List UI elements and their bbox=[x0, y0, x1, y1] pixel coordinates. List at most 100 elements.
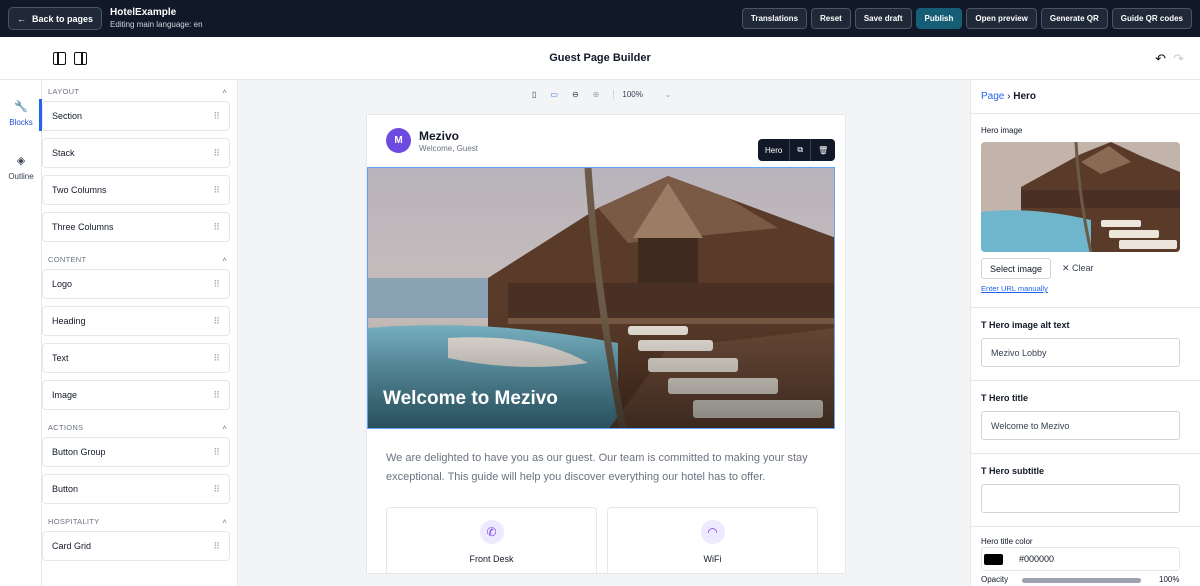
block-button-group[interactable]: Button Group ⠿ bbox=[42, 437, 230, 467]
hero-subtitle-input[interactable] bbox=[981, 484, 1180, 513]
close-icon: ✕ bbox=[1062, 263, 1073, 273]
category-label: CONTENT bbox=[48, 254, 87, 264]
divider bbox=[971, 453, 1200, 454]
drag-handle-icon[interactable]: ⠿ bbox=[213, 390, 220, 401]
intro-text[interactable]: We are delighted to have you as our gues… bbox=[386, 449, 826, 487]
rail-tab-outline[interactable]: ◈ Outline bbox=[0, 154, 42, 181]
drag-handle-icon[interactable]: ⠿ bbox=[213, 185, 220, 196]
reset-button[interactable]: Reset bbox=[811, 8, 851, 29]
trash-icon[interactable]: 🗑 bbox=[811, 139, 835, 161]
canvas: ▯ ▭ ⊖ ⊕ 100% ⌄ M Mezivo Welcome, Guest H… bbox=[238, 80, 970, 586]
category-layout[interactable]: LAYOUT ˄ bbox=[42, 81, 237, 101]
card-label: Front Desk bbox=[469, 554, 514, 564]
hero-title-label-text: Hero title bbox=[989, 393, 1029, 403]
card-wifi[interactable]: ◠ WiFi bbox=[607, 507, 818, 573]
zoom-select[interactable]: 100% bbox=[613, 90, 650, 99]
undo-icon[interactable]: ↶ bbox=[1155, 51, 1166, 67]
drag-handle-icon[interactable]: ⠿ bbox=[213, 353, 220, 364]
block-section[interactable]: Section ⠿ bbox=[42, 101, 230, 131]
divider bbox=[971, 380, 1200, 381]
drag-handle-icon[interactable]: ⠿ bbox=[213, 484, 220, 495]
divider bbox=[971, 307, 1200, 308]
block-two-columns[interactable]: Two Columns ⠿ bbox=[42, 175, 230, 205]
mobile-view-icon[interactable]: ▯ bbox=[532, 90, 536, 99]
block-label: Button bbox=[52, 484, 79, 494]
opacity-fill bbox=[1022, 578, 1141, 583]
card-front-desk[interactable]: ✆ Front Desk bbox=[386, 507, 597, 573]
brand-header[interactable]: M Mezivo Welcome, Guest bbox=[386, 128, 478, 153]
enter-url-link[interactable]: Enter URL manually bbox=[981, 284, 1048, 293]
canvas-toolbar: ▯ ▭ ⊖ ⊕ 100% ⌄ bbox=[532, 90, 672, 99]
drag-handle-icon[interactable]: ⠿ bbox=[213, 447, 220, 458]
hero-title-label: T Hero title bbox=[981, 393, 1028, 403]
block-label: Heading bbox=[52, 316, 86, 326]
phone-icon: ✆ bbox=[479, 520, 504, 544]
block-image[interactable]: Image ⠿ bbox=[42, 380, 230, 410]
hero-title[interactable]: Welcome to Mezivo bbox=[383, 388, 558, 410]
publish-button[interactable]: Publish bbox=[915, 8, 963, 29]
brand-name: Mezivo bbox=[419, 128, 460, 143]
avatar: M bbox=[386, 128, 411, 153]
drag-handle-icon[interactable]: ⠿ bbox=[213, 111, 220, 122]
drag-handle-icon[interactable]: ⠿ bbox=[213, 541, 220, 552]
redo-icon[interactable]: ↷ bbox=[1173, 51, 1184, 67]
zoom-out-icon[interactable]: ⊖ bbox=[572, 90, 579, 99]
text-type-icon: T bbox=[981, 320, 989, 330]
block-three-columns[interactable]: Three Columns ⠿ bbox=[42, 212, 230, 242]
divider bbox=[971, 526, 1200, 527]
clear-image-button[interactable]: ✕ Clear bbox=[1062, 263, 1094, 274]
breadcrumb-page[interactable]: Page bbox=[981, 91, 1004, 102]
hero-block[interactable]: Welcome to Mezivo bbox=[367, 167, 835, 429]
rail-tab-blocks[interactable]: 🔧 Blocks bbox=[0, 100, 42, 127]
wrench-icon: 🔧 bbox=[14, 101, 28, 113]
chevron-up-icon: ˄ bbox=[222, 422, 227, 432]
block-stack[interactable]: Stack ⠿ bbox=[42, 138, 230, 168]
category-content[interactable]: CONTENT ˄ bbox=[42, 249, 237, 269]
drag-handle-icon[interactable]: ⠿ bbox=[213, 222, 220, 233]
block-label: Logo bbox=[52, 279, 73, 289]
back-to-pages-label: Back to pages bbox=[32, 13, 94, 24]
open-preview-button[interactable]: Open preview bbox=[966, 8, 1037, 29]
block-label: Card Grid bbox=[52, 541, 92, 551]
translations-button[interactable]: Translations bbox=[741, 8, 808, 29]
top-bar: ← Back to pages HotelExample Editing mai… bbox=[0, 0, 1200, 37]
block-heading[interactable]: Heading ⠿ bbox=[42, 306, 230, 336]
block-label: Button Group bbox=[52, 447, 106, 457]
drag-handle-icon[interactable]: ⠿ bbox=[213, 316, 220, 327]
color-swatch[interactable] bbox=[984, 554, 1003, 565]
alt-text-input[interactable]: Mezivo Lobby bbox=[981, 338, 1180, 367]
category-label: LAYOUT bbox=[48, 86, 80, 96]
drag-handle-icon[interactable]: ⠿ bbox=[213, 148, 220, 159]
category-hospitality[interactable]: HOSPITALITY ˄ bbox=[42, 511, 237, 531]
generate-qr-button[interactable]: Generate QR bbox=[1040, 8, 1108, 29]
back-to-pages-button[interactable]: ← Back to pages bbox=[8, 7, 103, 30]
select-image-button[interactable]: Select image bbox=[981, 258, 1051, 279]
opacity-slider[interactable] bbox=[1022, 578, 1141, 583]
alt-text-label: T Hero image alt text bbox=[981, 320, 1070, 330]
block-label: Section bbox=[52, 111, 83, 121]
duplicate-icon[interactable]: ⧉ bbox=[790, 139, 812, 161]
hero-title-input[interactable]: Welcome to Mezivo bbox=[981, 411, 1180, 440]
drag-handle-icon[interactable]: ⠿ bbox=[213, 279, 220, 290]
project-language: Editing main language: en bbox=[110, 19, 203, 29]
block-text[interactable]: Text ⠿ bbox=[42, 343, 230, 373]
category-actions[interactable]: ACTIONS ˄ bbox=[42, 417, 237, 437]
hero-image-label: Hero image bbox=[981, 126, 1023, 135]
hero-image-thumbnail bbox=[981, 142, 1180, 252]
block-card-grid[interactable]: Card Grid ⠿ bbox=[42, 531, 230, 561]
zoom-in-icon[interactable]: ⊕ bbox=[593, 90, 600, 99]
color-value[interactable]: #000000 bbox=[1019, 554, 1054, 564]
hero-block-label: Hero bbox=[758, 139, 791, 161]
tablet-view-icon[interactable]: ▭ bbox=[550, 90, 558, 99]
block-logo[interactable]: Logo ⠿ bbox=[42, 269, 230, 299]
guide-qr-codes-button[interactable]: Guide QR codes bbox=[1111, 8, 1192, 29]
page-preview: M Mezivo Welcome, Guest Hero ⧉ 🗑 Welcome… bbox=[366, 114, 846, 574]
project-info: HotelExample Editing main language: en bbox=[110, 7, 203, 31]
breadcrumb: Page › Hero bbox=[981, 91, 1036, 102]
block-button[interactable]: Button ⠿ bbox=[42, 474, 230, 504]
title-color-field[interactable] bbox=[981, 547, 1180, 571]
chevron-down-icon[interactable]: ⌄ bbox=[665, 90, 672, 99]
save-draft-button[interactable]: Save draft bbox=[854, 8, 912, 29]
arrow-left-icon: ← bbox=[17, 13, 26, 24]
layers-icon: ◈ bbox=[16, 155, 26, 167]
